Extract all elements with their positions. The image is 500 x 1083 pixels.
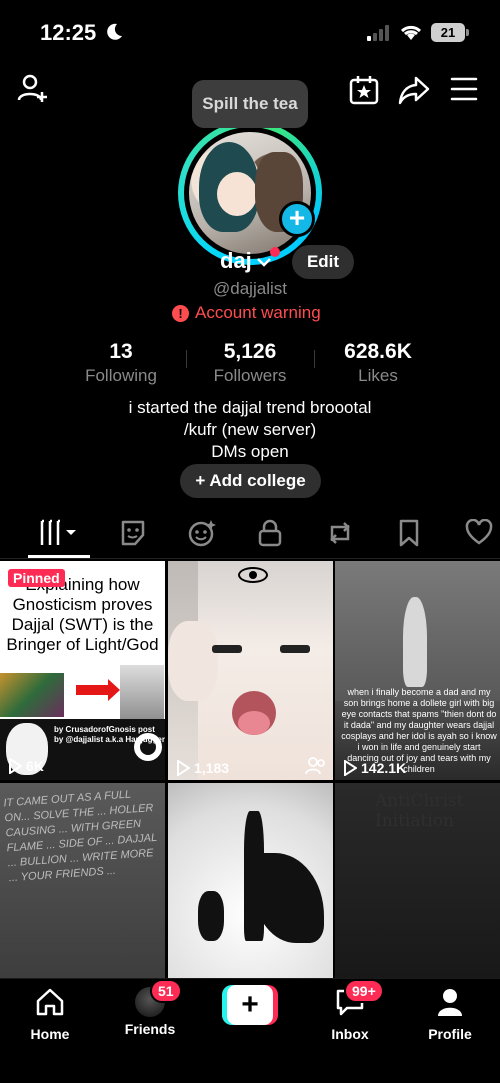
friends-badge: 51	[150, 979, 182, 1003]
nav-profile[interactable]: Profile	[410, 987, 490, 1042]
avatar-face	[217, 172, 257, 216]
battery-level: 21	[431, 23, 465, 42]
avatar-story-ring[interactable]	[178, 121, 322, 265]
profile-icon	[438, 989, 462, 1016]
reposts-face-icon[interactable]	[187, 519, 217, 547]
liked-heart-icon[interactable]	[465, 519, 493, 545]
video-arrowhead	[108, 679, 120, 701]
view-count: 142.1K	[343, 760, 406, 776]
profile-name[interactable]: daj	[220, 248, 252, 274]
likes-count: 628.6K	[344, 340, 412, 363]
view-count: 6K	[8, 758, 44, 774]
following-label: Following	[85, 366, 157, 385]
videos-grid-icon[interactable]	[40, 519, 80, 547]
add-friend-icon[interactable]	[16, 72, 50, 106]
pinned-badge: Pinned	[8, 569, 65, 587]
stat-divider	[186, 350, 187, 368]
video-handwriting-overlay: IT CAME OUT AS A FULL ON... SOLVE THE ..…	[3, 788, 158, 885]
private-lock-icon[interactable]	[258, 519, 282, 547]
view-count-value: 1,183	[194, 760, 230, 776]
chevron-down-icon[interactable]	[256, 256, 272, 268]
nav-profile-label: Profile	[428, 1026, 472, 1042]
video-logo	[134, 733, 162, 761]
add-college-button[interactable]: + Add college	[180, 464, 321, 498]
play-icon	[177, 760, 190, 776]
play-icon	[344, 760, 357, 776]
bookmark-icon[interactable]	[398, 519, 420, 547]
video-third-eye-pupil	[249, 571, 257, 579]
video-tile[interactable]: AntiChrist Initiation	[335, 783, 500, 1002]
video-tile[interactable]: when i finally become a dad and my son b…	[335, 561, 500, 780]
spill-the-tea-tooltip[interactable]: Spill the tea	[192, 80, 308, 128]
video-left-eye	[212, 645, 242, 653]
collab-people-icon	[305, 757, 325, 775]
profile-handle: @dajjalist	[213, 279, 287, 298]
followers-stat[interactable]: 5,126 Followers	[198, 340, 302, 386]
video-tile[interactable]	[168, 783, 333, 1002]
stat-divider	[314, 350, 315, 368]
view-count: 1,183	[176, 760, 229, 776]
inbox-badge: 99+	[344, 979, 384, 1003]
nav-inbox-label: Inbox	[331, 1026, 369, 1042]
bio-line: i started the dajjal trend broootal	[128, 398, 372, 417]
video-tile[interactable]: 1,183	[168, 561, 333, 780]
account-warning-link[interactable]: ! Account warning	[172, 303, 321, 323]
play-icon	[9, 758, 22, 774]
nav-home[interactable]: Home	[10, 987, 90, 1042]
profile-bio: i started the dajjal trend broootal /kuf…	[0, 397, 500, 463]
wifi-icon	[400, 25, 422, 40]
edit-profile-button[interactable]: Edit	[292, 245, 354, 279]
status-bar: 12:25 21	[0, 0, 500, 66]
share-icon[interactable]	[398, 74, 430, 106]
video-artwork	[0, 673, 64, 717]
create-button[interactable]: +	[227, 985, 273, 1025]
video-figure	[403, 597, 427, 687]
video-portrait	[120, 665, 164, 725]
menu-icon[interactable]	[450, 76, 478, 102]
calendar-star-icon[interactable]	[348, 74, 380, 106]
video-tile[interactable]: IT CAME OUT AS A FULL ON... SOLVE THE ..…	[0, 783, 165, 1002]
signal-icon	[367, 25, 389, 41]
account-warning-label: Account warning	[195, 303, 321, 322]
battery-nub	[466, 29, 469, 36]
tab-divider	[0, 558, 500, 559]
add-story-plus-icon[interactable]: +	[279, 201, 315, 237]
nav-home-label: Home	[30, 1026, 70, 1042]
status-time: 12:25	[40, 20, 97, 45]
likes-label: Likes	[358, 366, 398, 385]
avatar-frame	[184, 127, 316, 259]
video-title-overlay: AntiChrist Initiation	[375, 791, 464, 831]
nav-friends-label: Friends	[124, 1021, 176, 1037]
video-hand	[168, 621, 218, 701]
bio-line: DMs open	[211, 442, 289, 461]
likes-stat[interactable]: 628.6K Likes	[326, 340, 430, 386]
video-right-eye	[280, 645, 310, 653]
video-tongue	[238, 711, 270, 735]
home-icon	[36, 988, 64, 1016]
following-stat[interactable]: 13 Following	[74, 340, 168, 386]
video-standing-figure	[244, 811, 264, 941]
repost-icon[interactable]	[326, 519, 354, 547]
view-count-value: 142.1K	[361, 760, 407, 776]
followers-count: 5,126	[223, 340, 277, 363]
followers-label: Followers	[213, 366, 287, 385]
video-kneeling-figure	[198, 891, 224, 941]
video-tile-pinned[interactable]: Explaining how Gnosticism proves Dajjal …	[0, 561, 165, 780]
video-cape	[254, 853, 324, 943]
view-count-value: 6K	[26, 758, 44, 774]
favorites-sticker-icon[interactable]	[119, 519, 147, 547]
warning-icon: !	[172, 304, 189, 322]
account-switch-notification-dot	[270, 247, 280, 257]
video-title-text: Explaining how Gnosticism proves Dajjal …	[6, 575, 159, 654]
following-count: 13	[109, 340, 133, 363]
video-arrow	[76, 685, 110, 695]
bio-line: /kufr (new server)	[183, 420, 317, 439]
moon-icon	[107, 23, 122, 40]
